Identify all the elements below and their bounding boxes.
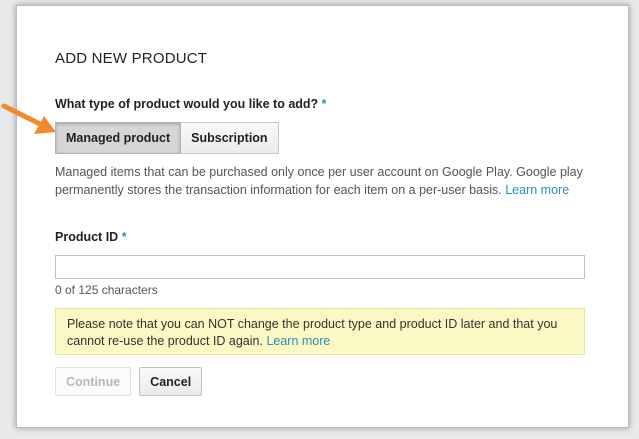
required-mark: * (321, 97, 327, 111)
product-id-counter: 0 of 125 characters (55, 283, 158, 297)
orange-arrow-icon (1, 103, 56, 134)
add-product-dialog: ADD NEW PRODUCT What type of product wou… (16, 5, 629, 428)
note-learn-more-link[interactable]: Learn more (266, 334, 330, 348)
subscription-button[interactable]: Subscription (181, 122, 279, 154)
description-learn-more-link[interactable]: Learn more (505, 183, 569, 197)
product-id-label-text: Product ID (55, 230, 119, 244)
product-type-question: What type of product would you like to a… (55, 97, 327, 111)
product-id-label: Product ID * (55, 230, 127, 244)
continue-button[interactable]: Continue (55, 367, 132, 396)
product-id-input[interactable] (55, 255, 585, 279)
dialog-actions: Continue Cancel (55, 367, 203, 396)
cancel-button[interactable]: Cancel (139, 367, 203, 396)
product-id-required-mark: * (121, 230, 127, 244)
product-type-toggle: Managed product Subscription (55, 122, 279, 154)
warning-note: Please note that you can NOT change the … (55, 308, 585, 355)
description-text: Managed items that can be purchased only… (55, 165, 583, 197)
dialog-title: ADD NEW PRODUCT (55, 50, 208, 67)
managed-product-button[interactable]: Managed product (55, 122, 182, 154)
product-type-description: Managed items that can be purchased only… (55, 163, 585, 199)
product-type-question-text: What type of product would you like to a… (55, 97, 319, 111)
